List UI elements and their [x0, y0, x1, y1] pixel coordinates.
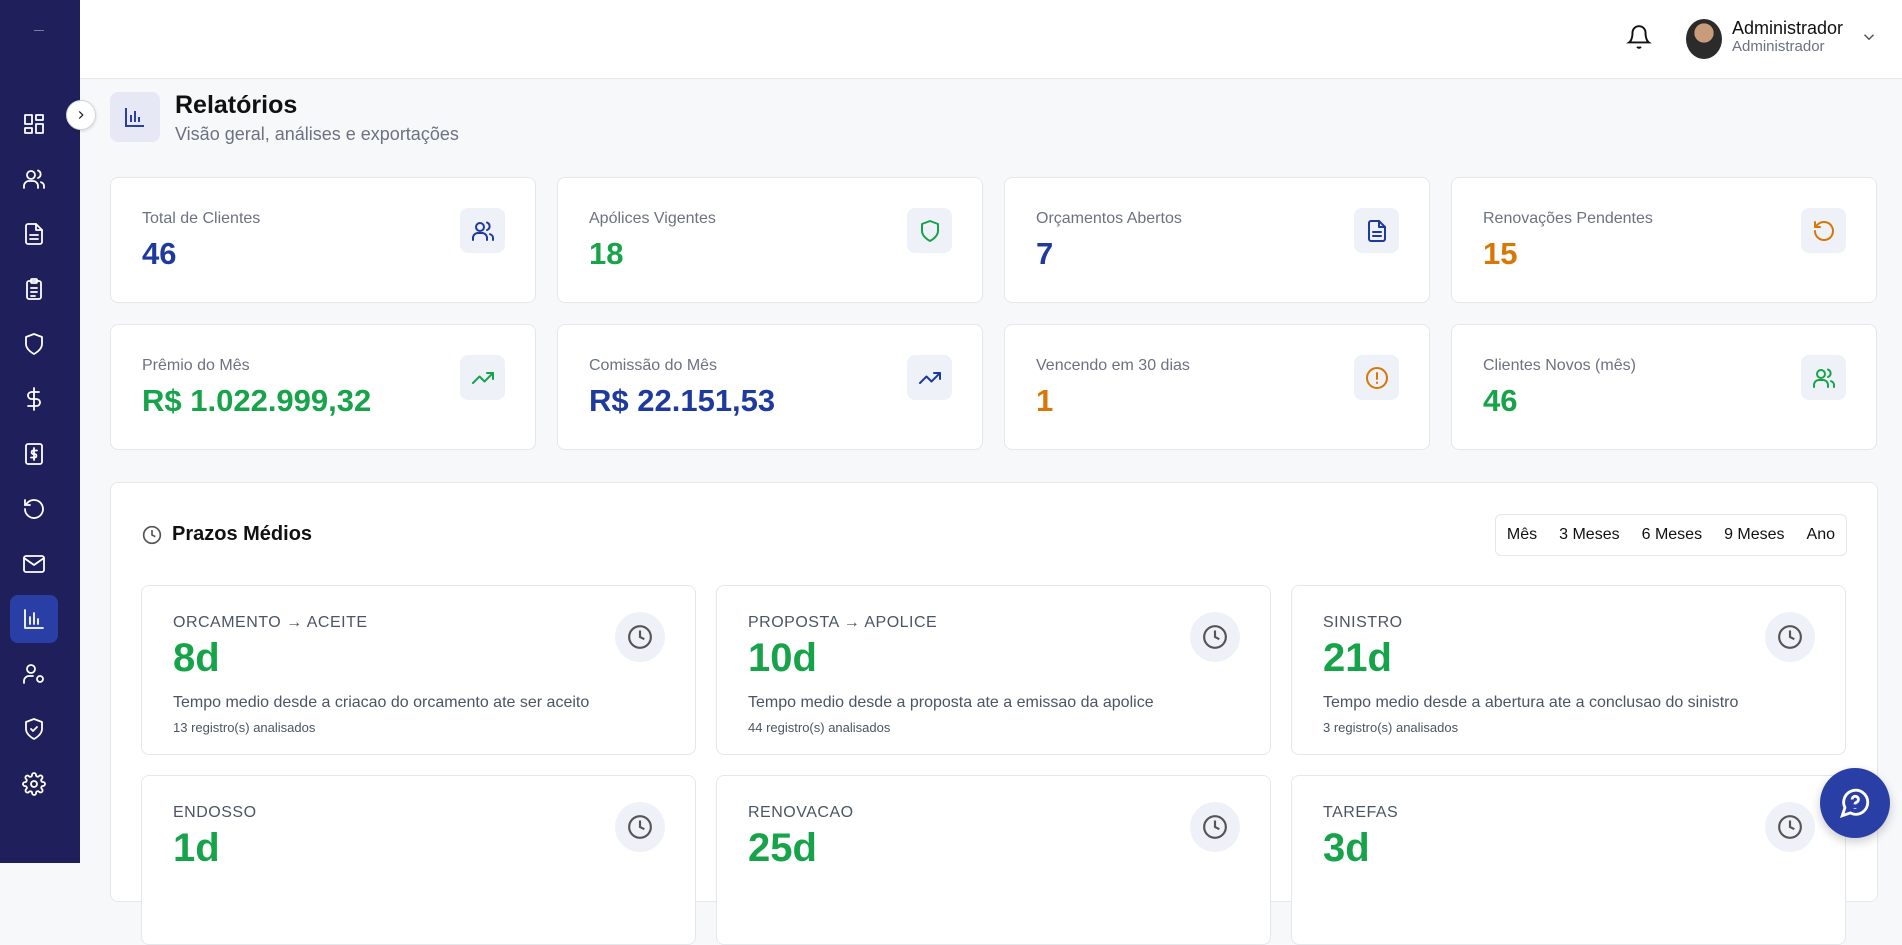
clipboard-icon[interactable]	[10, 265, 58, 313]
shield-icon[interactable]	[10, 320, 58, 368]
stat-value: 46	[142, 236, 177, 271]
prazo-count: 13 registro(s) analisados	[173, 720, 316, 735]
clock-icon	[1765, 612, 1815, 662]
prazo-title: RENOVACAO	[748, 804, 854, 821]
clock-icon	[615, 612, 665, 662]
stat-card-orcamentos-abertos: Orçamentos Abertos 7	[1004, 177, 1430, 303]
help-icon	[1839, 788, 1870, 819]
stat-label: Apólices Vigentes	[589, 210, 716, 227]
help-chat-button[interactable]	[1820, 768, 1890, 838]
prazo-value: 8d	[173, 636, 220, 680]
clock-icon	[1190, 802, 1240, 852]
stat-label: Prêmio do Mês	[142, 357, 250, 374]
prazo-card: ORCAMENTO → ACEITE 8d Tempo medio desde …	[141, 585, 696, 755]
shield-check-icon[interactable]	[10, 705, 58, 753]
stat-card-renovacoes-pendentes: Renovações Pendentes 15	[1451, 177, 1877, 303]
logo-placeholder	[34, 30, 44, 31]
panel-title: Prazos Médios	[172, 523, 313, 545]
stat-value: 46	[1483, 383, 1518, 418]
stat-value: 1	[1036, 383, 1054, 418]
gear-icon[interactable]	[10, 760, 58, 808]
users-icon	[1801, 355, 1846, 400]
period-selector: Mês 3 Meses 6 Meses 9 Meses Ano	[1494, 514, 1847, 556]
page-subtitle: Visão geral, análises e exportações	[175, 124, 459, 144]
reports-icon[interactable]	[10, 595, 58, 643]
stat-label: Vencendo em 30 dias	[1036, 357, 1190, 374]
stat-card-apolices-vigentes: Apólices Vigentes 18	[557, 177, 983, 303]
page-title: Relatórios	[175, 91, 298, 119]
prazo-card: ENDOSSO 1d	[141, 775, 696, 945]
prazo-card: PROPOSTA → APOLICE 10d Tempo medio desde…	[716, 585, 1271, 755]
prazo-description: Tempo medio desde a proposta ate a emiss…	[748, 694, 1154, 711]
stat-label: Total de Clientes	[142, 210, 261, 227]
period-mes[interactable]: Mês	[1496, 526, 1548, 544]
users-icon	[460, 208, 505, 253]
stat-value: R$ 22.151,53	[589, 383, 776, 418]
stat-label: Clientes Novos (mês)	[1483, 357, 1636, 374]
clock-icon	[1190, 612, 1240, 662]
prazo-value: 25d	[748, 826, 817, 870]
dashboard-icon[interactable]	[10, 100, 58, 148]
invoice-icon[interactable]	[10, 430, 58, 478]
mail-icon[interactable]	[10, 540, 58, 588]
prazo-value: 1d	[173, 826, 220, 870]
prazo-count: 44 registro(s) analisados	[748, 720, 891, 735]
prazo-title: ORCAMENTO → ACEITE	[173, 614, 368, 631]
document-icon	[1354, 208, 1399, 253]
prazo-card: RENOVACAO 25d	[716, 775, 1271, 945]
prazo-description: Tempo medio desde a criacao do orcamento…	[173, 694, 590, 711]
renew-icon	[1801, 208, 1846, 253]
sidebar	[0, 0, 80, 863]
prazo-title: ENDOSSO	[173, 804, 257, 821]
stat-card-vencendo-30-dias: Vencendo em 30 dias 1	[1004, 324, 1430, 450]
prazo-count: 3 registro(s) analisados	[1323, 720, 1459, 735]
prazo-card: TAREFAS 3d	[1291, 775, 1846, 945]
stat-card-total-clientes: Total de Clientes 46	[110, 177, 536, 303]
prazo-value: 3d	[1323, 826, 1370, 870]
renew-icon[interactable]	[10, 485, 58, 533]
sidebar-toggle-button[interactable]	[66, 100, 96, 130]
prazos-medios-panel: Prazos Médios Mês 3 Meses 6 Meses 9 Mese…	[110, 482, 1878, 945]
dollar-icon[interactable]	[10, 375, 58, 423]
stat-label: Renovações Pendentes	[1483, 210, 1653, 227]
clock-icon	[142, 525, 162, 550]
prazo-title: SINISTRO	[1323, 614, 1403, 631]
period-9-meses[interactable]: 9 Meses	[1713, 526, 1795, 544]
stat-value: 18	[589, 236, 624, 271]
prazo-card: SINISTRO 21d Tempo medio desde a abertur…	[1291, 585, 1846, 755]
stat-label: Orçamentos Abertos	[1036, 210, 1182, 227]
prazo-description: Tempo medio desde a abertura ate a concl…	[1323, 694, 1739, 711]
period-3-meses[interactable]: 3 Meses	[1548, 526, 1630, 544]
stat-value: 15	[1483, 236, 1518, 271]
prazo-title: TAREFAS	[1323, 804, 1399, 821]
stat-card-comissao-mes: Comissão do Mês R$ 22.151,53	[557, 324, 983, 450]
prazo-value: 21d	[1323, 636, 1392, 680]
stat-label: Comissão do Mês	[589, 357, 718, 374]
reports-page-icon	[110, 92, 160, 142]
user-role: Administrador	[1732, 38, 1825, 55]
period-6-meses[interactable]: 6 Meses	[1631, 526, 1713, 544]
stat-card-clientes-novos: Clientes Novos (mês) 46	[1451, 324, 1877, 450]
chevron-right-icon	[78, 111, 84, 119]
shield-icon	[907, 208, 952, 253]
document-icon[interactable]	[10, 210, 58, 258]
user-name[interactable]: Administrador	[1732, 18, 1843, 39]
trending-up-icon	[460, 355, 505, 400]
stat-card-premio-mes: Prêmio do Mês R$ 1.022.999,32	[110, 324, 536, 450]
trending-up-icon	[907, 355, 952, 400]
alert-circle-icon	[1354, 355, 1399, 400]
user-settings-icon[interactable]	[10, 650, 58, 698]
chevron-down-icon[interactable]	[1860, 28, 1878, 51]
stat-value: 7	[1036, 236, 1054, 271]
stat-value: R$ 1.022.999,32	[142, 383, 372, 418]
clock-icon	[615, 802, 665, 852]
clients-icon[interactable]	[10, 155, 58, 203]
period-ano[interactable]: Ano	[1796, 526, 1846, 544]
prazo-title: PROPOSTA → APOLICE	[748, 614, 938, 631]
clock-icon	[1765, 802, 1815, 852]
bell-icon[interactable]	[1626, 24, 1654, 52]
avatar[interactable]	[1686, 19, 1722, 59]
prazo-value: 10d	[748, 636, 817, 680]
